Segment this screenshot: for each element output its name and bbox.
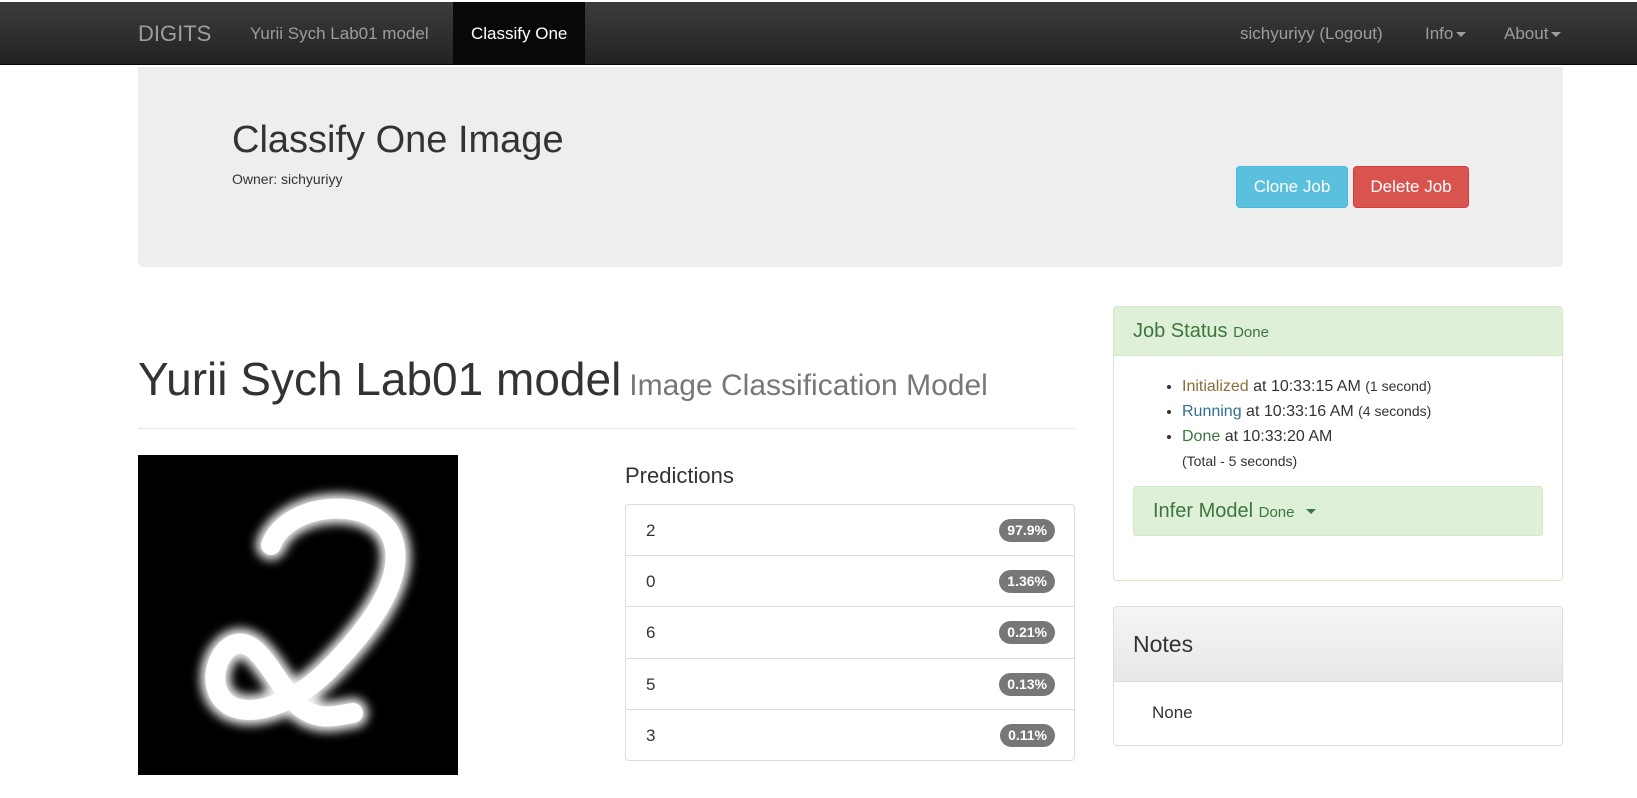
status-item: Done at 10:33:20 AM (Total - 5 seconds): [1182, 424, 1562, 474]
prediction-row: 3 0.11%: [626, 710, 1074, 760]
status-name: Done: [1182, 428, 1221, 445]
divider: [138, 428, 1075, 429]
job-status-title: Job Status: [1133, 320, 1228, 342]
prediction-row: 0 1.36%: [626, 556, 1074, 608]
prediction-label: 3: [646, 725, 656, 745]
chevron-down-icon: [1456, 32, 1467, 38]
prediction-badge: 0.13%: [999, 672, 1055, 696]
status-total: (Total - 5 seconds): [1182, 453, 1298, 469]
job-status-state: Done: [1233, 324, 1269, 341]
prediction-label: 2: [646, 521, 656, 540]
page-title: Classify One Image: [232, 119, 564, 161]
nav-classify-one[interactable]: Classify One: [453, 2, 586, 65]
status-time: at 10:33:20 AM: [1220, 428, 1333, 445]
notes-body: None: [1152, 703, 1193, 722]
infer-model-state: Done: [1258, 504, 1295, 521]
status-item: Running at 10:33:16 AM (4 seconds): [1182, 399, 1562, 424]
nav-info-menu[interactable]: Info: [1425, 2, 1467, 65]
predictions-title: Predictions: [625, 463, 734, 488]
predictions-list: 2 97.9% 0 1.36% 6 0.21% 5 0.13% 3 0.11%: [625, 504, 1075, 761]
status-duration: (4 seconds): [1358, 403, 1432, 419]
owner-text: Owner: sichyuriyy: [232, 171, 343, 187]
status-timeline: Initialized at 10:33:15 AM (1 second) Ru…: [1114, 374, 1562, 474]
info-menu-label: Info: [1425, 24, 1454, 43]
nav-model-link[interactable]: Yurii Sych Lab01 model: [250, 2, 429, 65]
brand-link[interactable]: DIGITS: [138, 2, 211, 65]
status-time: at 10:33:15 AM: [1248, 378, 1366, 395]
status-duration: (1 second): [1365, 378, 1432, 394]
prediction-label: 0: [646, 572, 656, 592]
prediction-row: 6 0.21%: [626, 607, 1074, 659]
infer-model-toggle[interactable]: Infer Model Done: [1133, 486, 1543, 536]
chevron-down-icon: [1306, 509, 1317, 515]
prediction-badge: 0.21%: [999, 621, 1055, 645]
prediction-badge: 97.9%: [999, 519, 1055, 542]
delete-job-button[interactable]: Delete Job: [1353, 166, 1469, 208]
model-name: Yurii Sych Lab01 model: [138, 353, 622, 405]
job-status-panel: Job Status Done Initialized at 10:33:15 …: [1113, 306, 1563, 581]
nav-about-menu[interactable]: About: [1504, 2, 1562, 65]
notes-panel: Notes None: [1113, 606, 1563, 746]
infer-model-label: Infer Model: [1153, 500, 1254, 522]
model-heading: Yurii Sych Lab01 model Image Classificati…: [138, 352, 988, 406]
top-navbar: DIGITS Yurii Sych Lab01 model Classify O…: [0, 2, 1637, 65]
status-item: Initialized at 10:33:15 AM (1 second): [1182, 374, 1562, 399]
input-digit-image: [138, 455, 458, 775]
status-name: Initialized: [1182, 378, 1249, 395]
status-time: at 10:33:16 AM: [1241, 403, 1359, 420]
prediction-label: 6: [646, 623, 656, 643]
job-status-heading: Job Status Done: [1114, 307, 1562, 356]
model-type: Image Classification Model: [629, 369, 988, 402]
prediction-badge: 0.11%: [1000, 723, 1055, 747]
nav-user-logout[interactable]: sichyuriyy (Logout): [1240, 2, 1383, 65]
prediction-badge: 1.36%: [999, 570, 1055, 594]
prediction-label: 5: [646, 674, 656, 694]
notes-title: Notes: [1114, 607, 1562, 682]
about-menu-label: About: [1504, 24, 1549, 43]
clone-job-button[interactable]: Clone Job: [1236, 166, 1348, 208]
prediction-row: 5 0.13%: [626, 659, 1074, 710]
chevron-down-icon: [1551, 32, 1562, 38]
prediction-row: 2 97.9%: [626, 505, 1074, 557]
status-name: Running: [1182, 403, 1242, 420]
page-header: Classify One Image Owner: sichyuriyy Clo…: [138, 67, 1563, 267]
